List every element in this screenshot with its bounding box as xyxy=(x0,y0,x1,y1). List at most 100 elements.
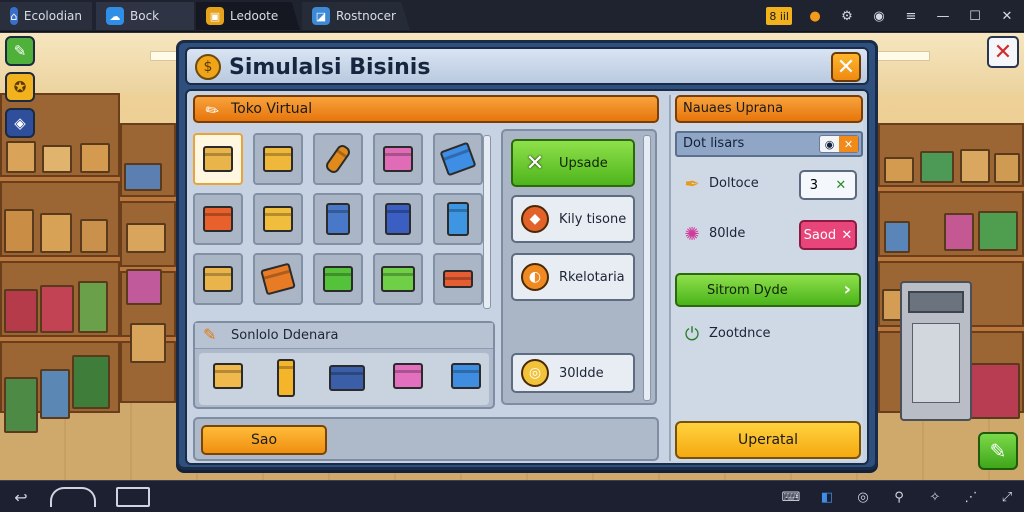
location-icon[interactable]: ⚲ xyxy=(888,487,910,507)
crate xyxy=(4,209,34,253)
view-icon[interactable]: ◉ xyxy=(820,136,839,152)
system-button[interactable]: Sitrom Dyde › xyxy=(675,273,861,307)
crate xyxy=(978,211,1018,251)
suggestion-panel: ✎ Sonlolo Ddenara xyxy=(193,321,495,409)
upgrade-button[interactable]: Uperatal xyxy=(675,421,861,459)
settings-icon[interactable]: ✧ xyxy=(924,487,946,507)
item-slot[interactable] xyxy=(313,193,363,245)
stat-value-box[interactable]: Saod ✕ xyxy=(799,220,857,250)
recents-icon[interactable] xyxy=(116,487,150,507)
crate xyxy=(884,157,914,183)
item-slot[interactable] xyxy=(373,133,423,185)
item-slot[interactable] xyxy=(433,133,483,185)
window-top-bar: ⌂ Ecolodian ☁ Bock ▣ Ledoote ◪ Rostnocer… xyxy=(0,0,1024,32)
app-switch-icon[interactable]: ◧ xyxy=(816,487,838,507)
box-icon: ▣ xyxy=(206,7,224,25)
action-label: Kily tisone xyxy=(559,211,627,227)
help-icon[interactable]: ◉ xyxy=(870,7,888,25)
subheader-toggle[interactable]: ◉ ✕ xyxy=(819,135,859,153)
package-icon[interactable] xyxy=(451,363,481,389)
item-slot[interactable] xyxy=(313,253,363,305)
bottom-nav-bar: ↩ ⌨ ◧ ◎ ⚲ ✧ ⋰ ⤢ xyxy=(0,480,1024,512)
stat-label: 80lde xyxy=(709,226,746,241)
bottom-bar: Sao xyxy=(193,417,659,461)
shield-icon: ◈ xyxy=(14,114,26,132)
item-slot[interactable] xyxy=(253,193,303,245)
share-icon[interactable]: ⋰ xyxy=(960,487,982,507)
item-slot[interactable] xyxy=(193,193,243,245)
upgrade-action-button[interactable]: ✕ Upsade xyxy=(511,139,635,187)
stat-row: ✒ Doltoce 3 ✕ xyxy=(675,167,863,203)
fullscreen-icon[interactable]: ⤢ xyxy=(996,487,1018,507)
tab-rostnocer[interactable]: ◪ Rostnocer xyxy=(302,2,410,30)
dialog-close-button[interactable]: ✕ xyxy=(831,52,861,82)
tab-bock[interactable]: ☁ Bock xyxy=(96,2,194,30)
action-label: Upsade xyxy=(559,155,608,171)
save-button[interactable]: Sao xyxy=(201,425,327,455)
keyboard-icon[interactable]: ⌨ xyxy=(780,487,802,507)
settings-icon[interactable]: ⚙ xyxy=(838,7,856,25)
medal-icon: ✪ xyxy=(13,78,27,96)
item-slot[interactable] xyxy=(433,253,483,305)
system-tray: 8 iil ● ⚙ ◉ ≡ — ☐ ✕ xyxy=(766,4,1016,28)
shield-button[interactable]: ◈ xyxy=(5,108,35,138)
item-slot[interactable] xyxy=(253,133,303,185)
item-slot[interactable] xyxy=(373,193,423,245)
tab-ledoote[interactable]: ▣ Ledoote xyxy=(196,2,300,30)
item-slot[interactable] xyxy=(253,253,303,305)
gold-button[interactable]: ◎ 30ldde xyxy=(511,353,635,393)
achievement-button[interactable]: ✪ xyxy=(5,72,35,102)
stat-value-box[interactable]: 3 ✕ xyxy=(799,170,857,200)
item-slot[interactable] xyxy=(313,133,363,185)
compass-icon: ✺ xyxy=(684,223,700,245)
camera-icon[interactable]: ◎ xyxy=(852,487,874,507)
grid-scrollbar[interactable] xyxy=(483,135,491,309)
suggestion-title-bar: ✎ Sonlolo Ddenara xyxy=(195,323,493,349)
device-icon xyxy=(326,203,350,235)
bottle-icon[interactable] xyxy=(277,359,295,397)
stat-value: Saod xyxy=(803,227,837,243)
machine-icon[interactable] xyxy=(329,365,365,391)
app-icon: ⌂ xyxy=(10,7,18,25)
wrench-icon: ✎ xyxy=(203,325,217,344)
item-slot[interactable] xyxy=(193,133,243,185)
upgrade-subheader: Dot lisars ◉ ✕ xyxy=(675,131,863,157)
stat-label: Doltoce xyxy=(709,176,759,191)
tab-ecolodian[interactable]: ⌂ Ecolodian xyxy=(0,2,92,30)
item-slot[interactable] xyxy=(193,253,243,305)
item-grid xyxy=(193,133,493,311)
bag-icon[interactable] xyxy=(393,363,423,389)
close-icon[interactable]: ✕ xyxy=(839,136,858,152)
crate-icon xyxy=(203,146,233,172)
menu-icon[interactable]: ≡ xyxy=(902,7,920,25)
my-items-button[interactable]: ◆ Kily tisone xyxy=(511,195,635,243)
item-slot[interactable] xyxy=(373,253,423,305)
ring-icon: ◎ xyxy=(521,359,549,387)
box-icon xyxy=(260,262,296,296)
close-overlay-button[interactable]: ✕ xyxy=(987,36,1019,68)
edit-note-button[interactable]: ✎ xyxy=(5,36,35,66)
relations-button[interactable]: ◐ Rkelotaria xyxy=(511,253,635,301)
cloud-icon: ☁ xyxy=(106,7,124,25)
counter-badge[interactable]: 8 iil xyxy=(766,7,792,25)
bag-icon xyxy=(383,146,413,172)
close-icon: ✕ xyxy=(993,39,1013,65)
tab-label: Ledoote xyxy=(230,9,279,23)
back-icon[interactable]: ↩ xyxy=(8,487,34,507)
action-scrollbar[interactable] xyxy=(643,135,651,401)
minimize-icon[interactable]: — xyxy=(934,7,952,25)
upgrade-panel: Nauaes Uprana Dot lisars ◉ ✕ ✒ Doltoce 3… xyxy=(669,95,863,461)
crate-icon[interactable] xyxy=(213,363,243,389)
dialog-title: Simulalsi Bisinis xyxy=(229,55,431,80)
crate xyxy=(130,323,166,363)
notification-icon[interactable]: ● xyxy=(806,7,824,25)
pencil-icon: ✎ xyxy=(201,98,223,122)
home-icon[interactable] xyxy=(50,487,96,507)
system-button-label: Sitrom Dyde xyxy=(707,283,788,298)
dialog-title-bar: $ Simulalsi Bisinis ✕ xyxy=(185,47,869,85)
close-window-icon[interactable]: ✕ xyxy=(998,7,1016,25)
nav-tray: ⌨ ◧ ◎ ⚲ ✧ ⋰ ⤢ xyxy=(780,487,1018,507)
maximize-icon[interactable]: ☐ xyxy=(966,7,984,25)
edit-button[interactable]: ✎ xyxy=(978,432,1018,470)
item-slot[interactable] xyxy=(433,193,483,245)
